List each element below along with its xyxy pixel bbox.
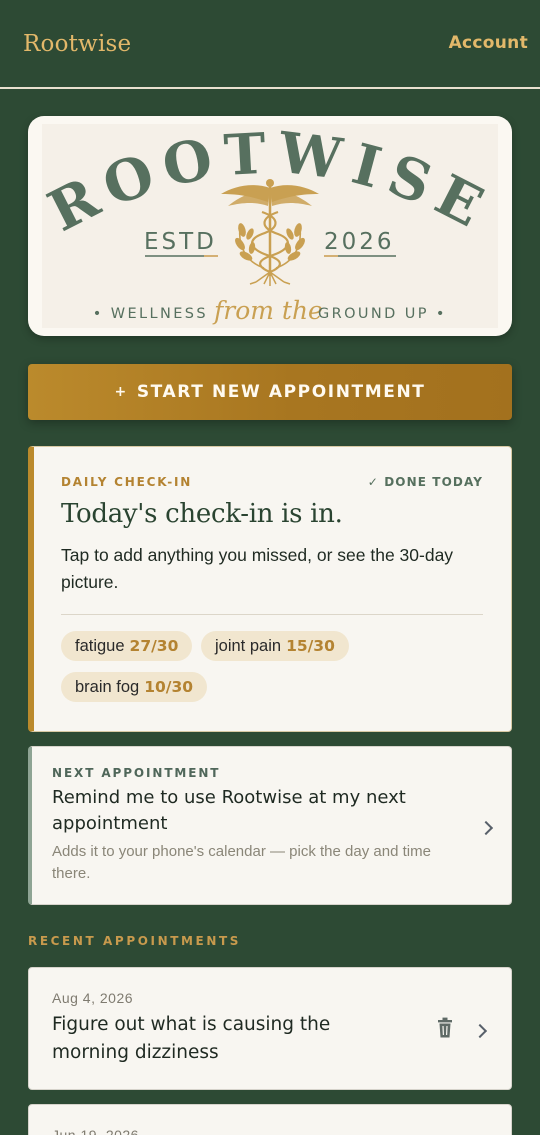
symptom-name: fatigue xyxy=(75,636,125,655)
appointment-date: Jun 19, 2026 xyxy=(52,1127,139,1135)
start-new-appointment-label: START NEW APPOINTMENT xyxy=(136,382,426,402)
appointment-date: Aug 4, 2026 xyxy=(52,990,134,1006)
recent-appointments-heading: RECENT APPOINTMENTS xyxy=(28,934,242,948)
symptom-pill-joint-pain[interactable]: joint pain 15/30 xyxy=(201,631,349,661)
chevron-right-icon xyxy=(472,1023,488,1039)
brand-logo-card: ROOTWISE ESTD 2026 • WELLNESS from the G… xyxy=(28,116,512,336)
next-appointment-card[interactable]: NEXT APPOINTMENT Remind me to use Rootwi… xyxy=(28,746,512,905)
daily-checkin-card[interactable]: DAILY CHECK-IN ✓ DONE TODAY Today's chec… xyxy=(28,446,512,732)
symptom-score: 27/30 xyxy=(129,637,179,655)
checkin-divider xyxy=(61,614,483,615)
symptom-name: joint pain xyxy=(215,636,282,655)
symptom-name: brain fog xyxy=(75,677,140,696)
symptom-score: 15/30 xyxy=(286,637,335,655)
brand-logo-text[interactable]: Rootwise xyxy=(23,31,131,57)
logo-tagline-right: GROUND UP • xyxy=(318,306,447,322)
chevron-right-icon xyxy=(478,820,494,836)
start-new-appointment-button[interactable]: + START NEW APPOINTMENT xyxy=(28,364,512,420)
checkin-eyebrow: DAILY CHECK-IN xyxy=(61,475,193,489)
symptom-pill-brain-fog[interactable]: brain fog 10/30 xyxy=(61,672,208,702)
rootwise-emblem: ROOTWISE ESTD 2026 • WELLNESS from the G… xyxy=(38,120,492,325)
logo-tagline-script: from the xyxy=(212,296,323,325)
next-appointment-subtitle: Adds it to your phone's calendar — pick … xyxy=(52,843,431,882)
caduceus-icon xyxy=(221,179,319,286)
checkin-body: Tap to add anything you missed, or see t… xyxy=(61,545,454,592)
appointment-title: Figure out what is causing the morning d… xyxy=(52,1014,331,1063)
symptom-pill-fatigue[interactable]: fatigue 27/30 xyxy=(61,631,193,661)
logo-tagline-left: • WELLNESS xyxy=(93,306,208,322)
symptom-score: 10/30 xyxy=(144,678,194,696)
next-appointment-title: Remind me to use Rootwise at my next app… xyxy=(52,787,406,834)
next-appointment-eyebrow: NEXT APPOINTMENT xyxy=(52,766,221,780)
trash-icon[interactable] xyxy=(435,1017,455,1039)
checkin-status-badge: ✓ DONE TODAY xyxy=(367,475,483,489)
logo-year: 2026 xyxy=(324,229,395,255)
logo-estd-label: ESTD xyxy=(144,229,217,255)
plus-icon: + xyxy=(114,384,128,400)
account-link[interactable]: Account xyxy=(449,33,528,53)
checkin-title: Today's check-in is in. xyxy=(61,499,343,529)
appointment-row[interactable]: Aug 4, 2026 Figure out what is causing t… xyxy=(28,967,512,1090)
appointment-row[interactable]: Jun 19, 2026 xyxy=(28,1104,512,1135)
top-bar: Rootwise Account xyxy=(0,0,540,89)
